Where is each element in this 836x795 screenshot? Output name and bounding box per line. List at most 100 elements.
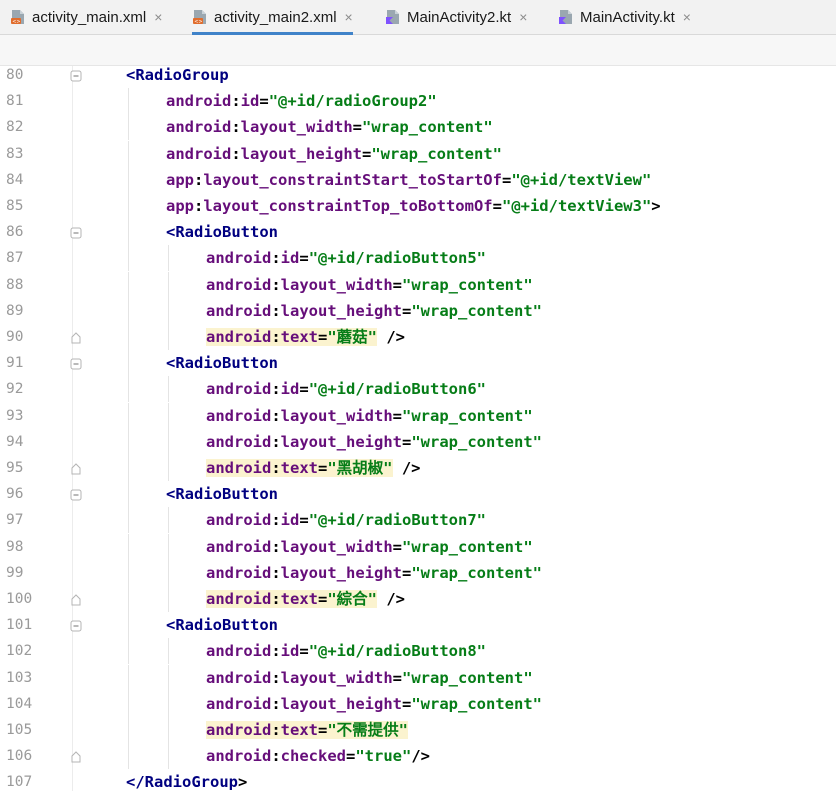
indent-guide xyxy=(128,193,129,219)
token-ns: android xyxy=(206,537,272,556)
code-line[interactable]: 87 android:id="@+id/radioButton5" xyxy=(0,245,836,272)
close-icon[interactable]: × xyxy=(683,9,691,25)
code-line[interactable]: 102 android:id="@+id/radioButton8" xyxy=(0,638,836,665)
code-line[interactable]: 86 <RadioButton xyxy=(0,219,836,246)
token-punct: = xyxy=(352,118,362,137)
line-number: 82 xyxy=(6,119,24,136)
code-text: android:layout_width="wrap_content" xyxy=(206,665,533,691)
indent-guide xyxy=(168,559,169,586)
code-line[interactable]: 85 app:layout_constraintTop_toBottomOf="@… xyxy=(0,193,836,219)
svg-text:<>: <> xyxy=(12,19,20,25)
code-line[interactable]: 90 android:text="蘑菇" /> xyxy=(0,324,836,350)
code-line[interactable]: 98 android:layout_width="wrap_content" xyxy=(0,533,836,560)
code-text: android:id="@+id/radioButton5" xyxy=(206,245,486,271)
close-icon[interactable]: × xyxy=(345,9,353,25)
token-punct: : xyxy=(231,144,241,163)
code-editor[interactable]: 80 <RadioGroup 81 android:id="@+id/radioGro… xyxy=(0,66,836,791)
line-number: 95 xyxy=(6,460,24,476)
line-number: 93 xyxy=(6,407,24,424)
code-line[interactable]: 81 android:id="@+id/radioGroup2" xyxy=(0,88,836,115)
svg-text:<>: <> xyxy=(194,19,202,25)
code-line[interactable]: 104 android:layout_height="wrap_content" xyxy=(0,690,836,717)
indent-guide xyxy=(168,638,169,665)
token-attr: text xyxy=(280,459,318,477)
indent-guide xyxy=(168,507,169,534)
code-line[interactable]: 92 android:id="@+id/radioButton6" xyxy=(0,376,836,403)
code-text: android:layout_height="wrap_content" xyxy=(206,429,542,455)
code-line[interactable]: 96 <RadioButton xyxy=(0,481,836,508)
token-attr: layout_constraintTop_toBottomOf xyxy=(203,197,493,215)
indent-guide xyxy=(128,140,129,167)
token-punct: > xyxy=(237,773,248,792)
fold-end-icon[interactable] xyxy=(70,593,82,606)
token-punct: = xyxy=(402,432,412,451)
code-line[interactable]: 100 android:text="綜合" /> xyxy=(0,586,836,612)
token-ns: android xyxy=(166,92,232,111)
code-line[interactable]: 93 android:layout_width="wrap_content" xyxy=(0,402,836,429)
token-punct: : xyxy=(271,721,281,739)
token-punct: = xyxy=(318,328,328,346)
indent-guide xyxy=(128,455,129,481)
token-punct: : xyxy=(271,380,281,399)
token-punct: = xyxy=(492,197,502,215)
code-text: android:layout_height="wrap_content" xyxy=(166,141,502,167)
tab-activity-main-xml[interactable]: <> activity_main.xml × xyxy=(10,0,162,34)
code-line[interactable]: 95 android:text="黑胡椒" /> xyxy=(0,455,836,481)
token-attr: layout_height xyxy=(280,301,402,320)
code-line[interactable]: 84 app:layout_constraintStart_toStartOf="… xyxy=(0,166,836,193)
token-punct: /> xyxy=(411,747,431,766)
fold-collapse-icon[interactable] xyxy=(70,69,82,82)
code-line[interactable]: 91 <RadioButton xyxy=(0,350,836,377)
line-number: 84 xyxy=(6,171,24,188)
code-line[interactable]: 88 android:layout_width="wrap_content" xyxy=(0,271,836,298)
indent-guide xyxy=(168,376,169,403)
tab-mainactivity2-kt[interactable]: MainActivity2.kt × xyxy=(385,0,527,34)
code-line[interactable]: 89 android:layout_height="wrap_content" xyxy=(0,297,836,324)
code-line[interactable]: 80 <RadioGroup xyxy=(0,62,836,88)
close-icon[interactable]: × xyxy=(519,9,527,25)
fold-collapse-icon[interactable] xyxy=(70,619,82,632)
fold-collapse-icon[interactable] xyxy=(70,488,82,501)
code-text: android:layout_width="wrap_content" xyxy=(206,272,533,298)
indent-guide xyxy=(128,271,129,298)
token-str: "@+id/textView3" xyxy=(501,197,652,215)
line-number: 83 xyxy=(6,145,24,162)
token-str: "wrap_content" xyxy=(411,432,542,451)
xml-file-icon: <> xyxy=(192,9,208,25)
token-str: "wrap_content" xyxy=(411,563,542,582)
code-line[interactable]: 99 android:layout_height="wrap_content" xyxy=(0,559,836,586)
token-punct: : xyxy=(271,537,281,556)
code-line[interactable]: 101 <RadioButton xyxy=(0,612,836,639)
code-line[interactable]: 97 android:id="@+id/radioButton7" xyxy=(0,507,836,534)
code-line[interactable]: 83 android:layout_height="wrap_content" xyxy=(0,140,836,167)
token-punct: = xyxy=(392,275,402,294)
tab-activity-main2-xml[interactable]: <> activity_main2.xml × xyxy=(192,0,353,35)
token-punct: : xyxy=(271,406,281,425)
code-line[interactable]: 82 android:layout_width="wrap_content" xyxy=(0,114,836,141)
token-ns: android xyxy=(206,747,272,766)
fold-collapse-icon[interactable] xyxy=(70,226,82,239)
code-line[interactable]: 105 android:text="不需提供" xyxy=(0,717,836,743)
code-line[interactable]: 103 android:layout_width="wrap_content" xyxy=(0,664,836,691)
fold-collapse-icon[interactable] xyxy=(70,357,82,370)
kotlin-file-icon xyxy=(385,9,401,25)
token-ns: android xyxy=(206,563,272,582)
indent-guide xyxy=(128,664,129,691)
tab-mainactivity-kt[interactable]: MainActivity.kt × xyxy=(558,0,691,34)
token-ns: android xyxy=(166,144,232,163)
code-line[interactable]: 107 </RadioGroup> xyxy=(0,769,836,795)
token-punct: /> xyxy=(392,459,421,477)
token-str: "wrap_content" xyxy=(402,668,533,687)
token-punct: : xyxy=(271,275,281,294)
token-ns: android xyxy=(206,328,272,346)
indent-guide xyxy=(128,612,129,639)
fold-end-icon[interactable] xyxy=(70,331,82,344)
token-ns: android xyxy=(206,459,272,477)
code-line[interactable]: 106 android:checked="true"/> xyxy=(0,743,836,770)
fold-end-icon[interactable] xyxy=(70,462,82,475)
indent-guide xyxy=(128,481,129,508)
line-number: 91 xyxy=(6,355,24,372)
code-line[interactable]: 94 android:layout_height="wrap_content" xyxy=(0,428,836,455)
fold-end-icon[interactable] xyxy=(70,750,82,763)
close-icon[interactable]: × xyxy=(154,9,162,25)
